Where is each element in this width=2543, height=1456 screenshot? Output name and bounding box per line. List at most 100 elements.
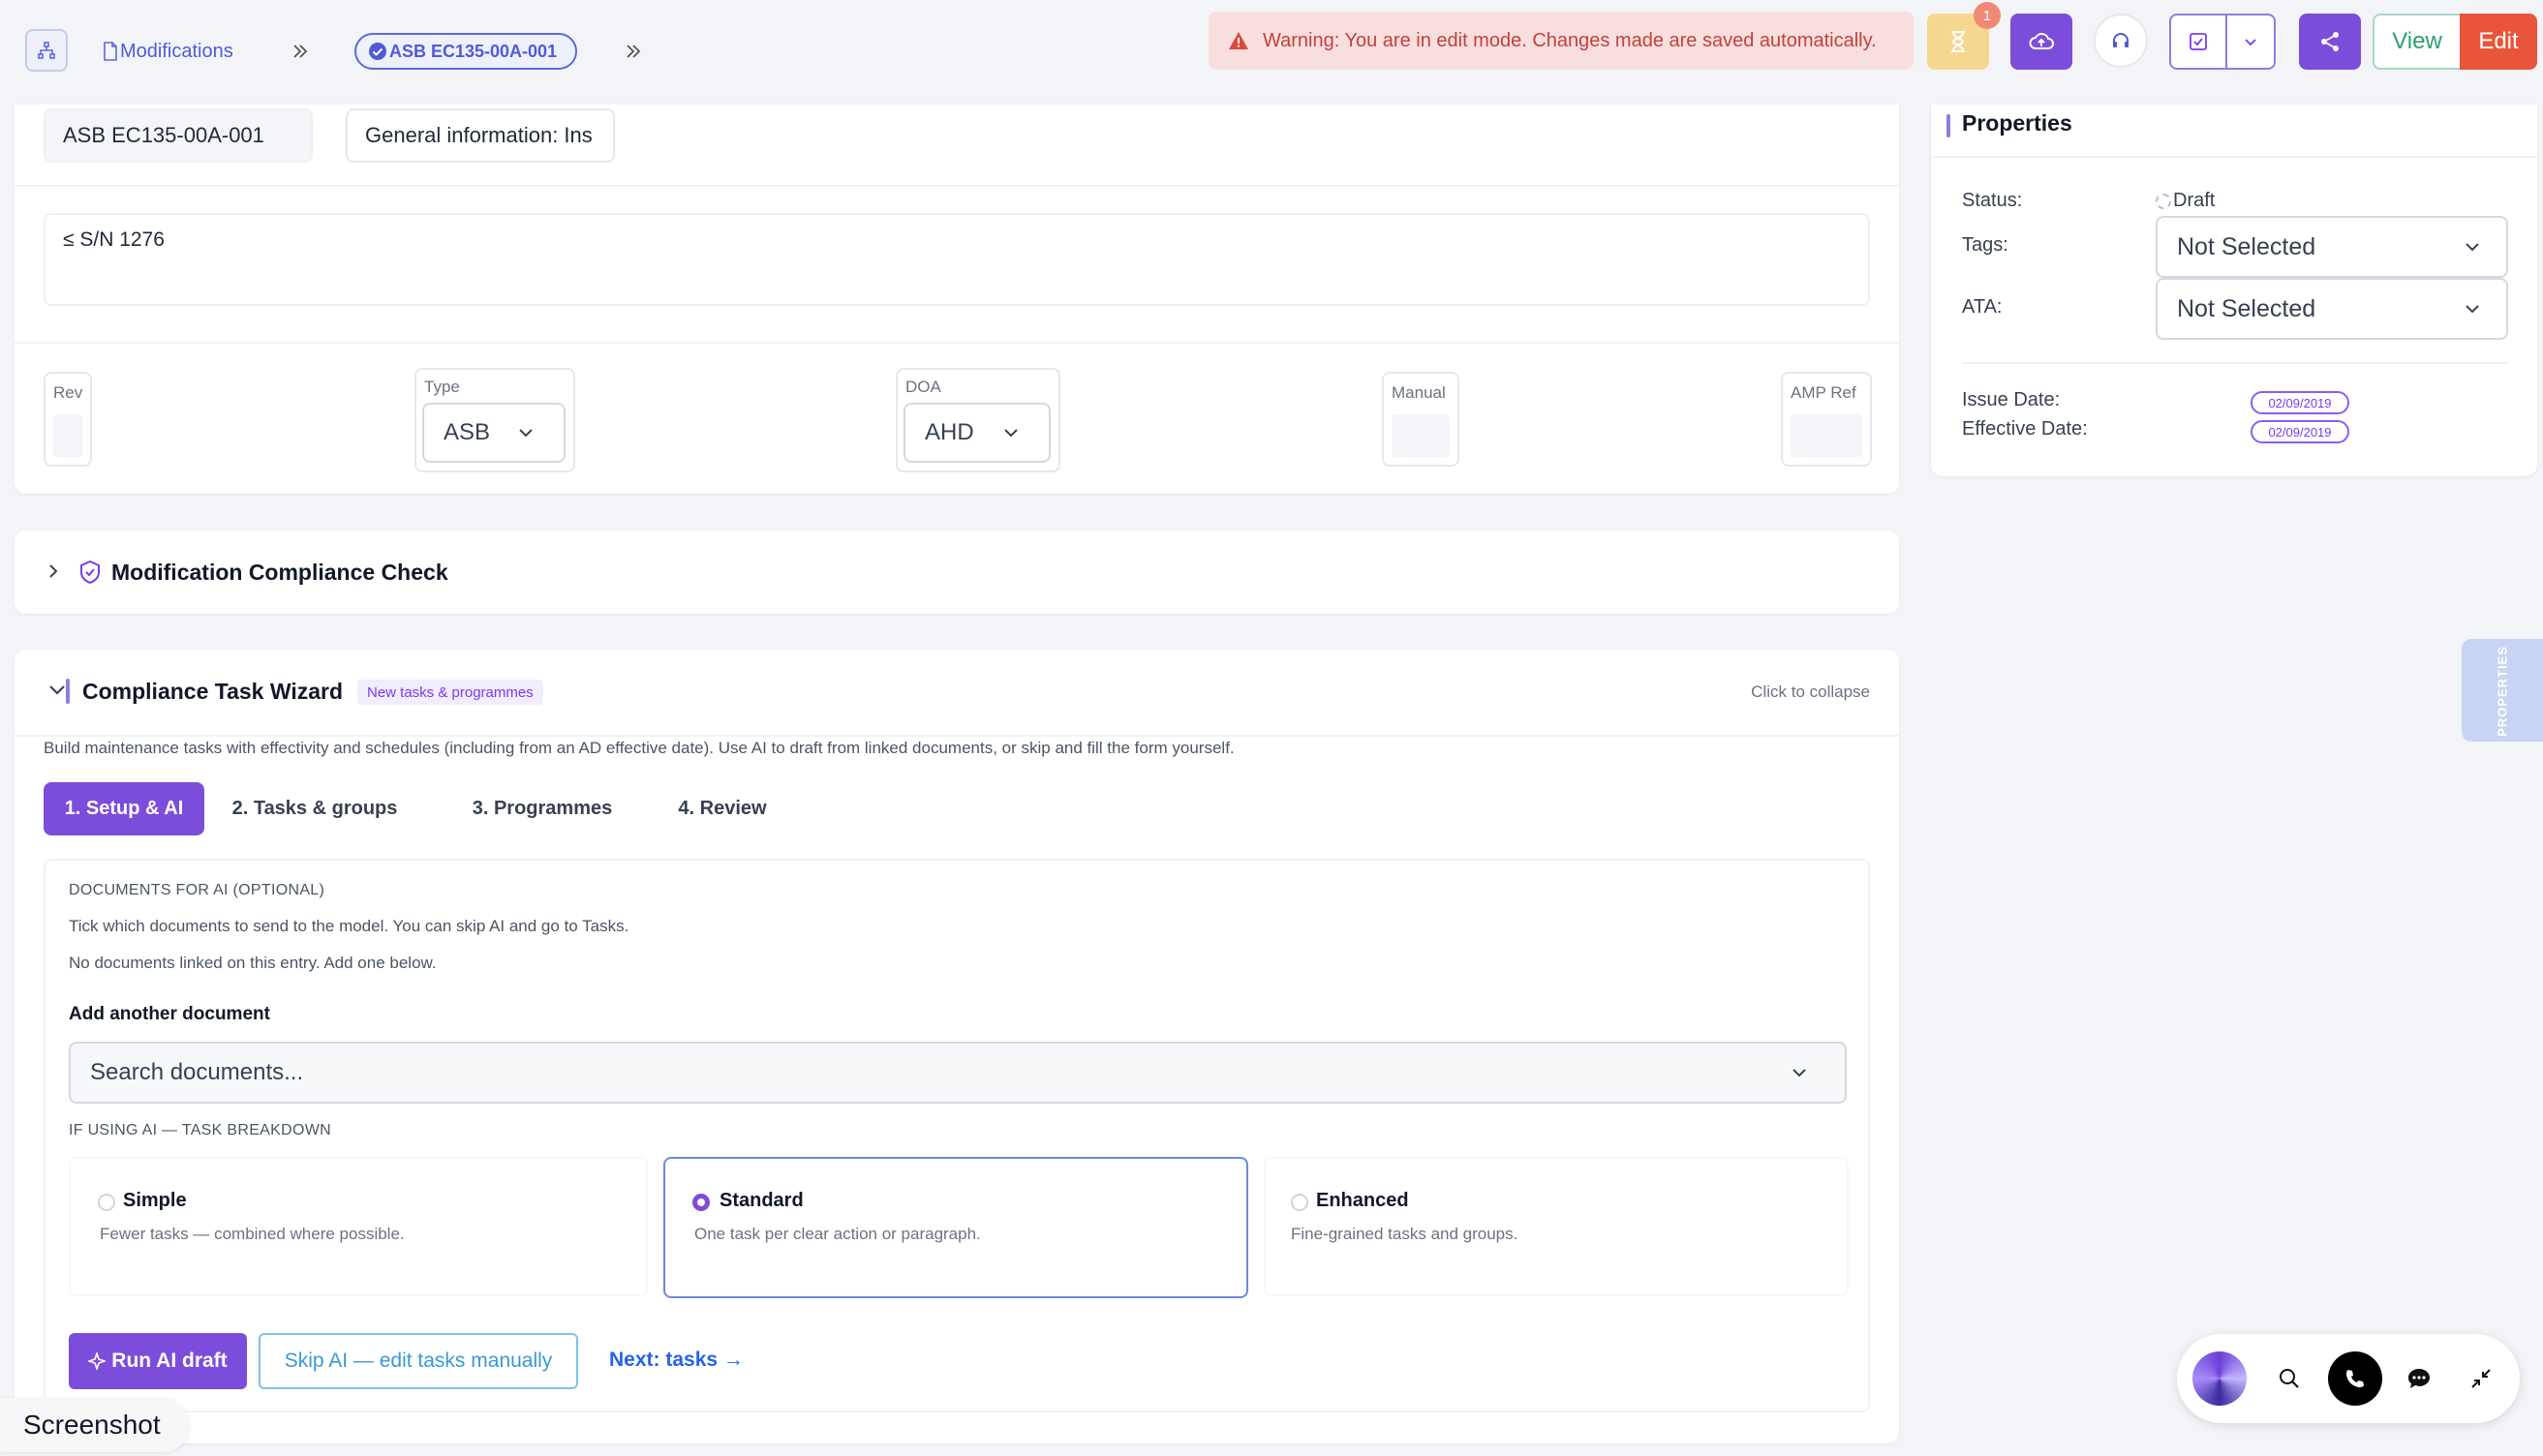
option-simple-card[interactable]: Simple Fewer tasks — combined where poss… — [69, 1157, 648, 1296]
documents-hint: Tick which documents to send to the mode… — [69, 917, 629, 935]
breakdown-heading: IF USING AI — TASK BREAKDOWN — [69, 1122, 331, 1138]
tasks-dropdown-button[interactable] — [2225, 14, 2276, 70]
manual-field[interactable]: Manual — [1382, 372, 1459, 467]
issue-date-chip[interactable]: 02/09/2019 — [2251, 391, 2349, 414]
option-enhanced-title: Enhanced — [1316, 1190, 1409, 1211]
collapse-hint[interactable]: Click to collapse — [1751, 682, 1870, 702]
applicability-field[interactable]: ≤ S/N 1276 — [44, 213, 1870, 306]
top-bar: Modifications ASB EC135-00A-001 Warning:… — [0, 0, 2543, 106]
doa-field: DOA AHD — [896, 368, 1060, 472]
run-ai-draft-button[interactable]: Run AI draft — [69, 1333, 247, 1389]
tab-review[interactable]: 4. Review — [669, 782, 776, 835]
assistant-avatar[interactable] — [2192, 1351, 2247, 1406]
minimize-button[interactable] — [2458, 1355, 2504, 1402]
rev-input[interactable] — [53, 414, 82, 457]
document-number-field[interactable]: ASB EC135-00A-001 — [44, 108, 313, 163]
support-button[interactable] — [2094, 14, 2148, 68]
option-simple-radio[interactable] — [98, 1194, 115, 1211]
chevron-down-icon[interactable] — [47, 681, 67, 700]
chevron-double-right-icon — [291, 42, 310, 61]
rev-field[interactable]: Rev — [44, 372, 92, 467]
document-icon — [103, 42, 118, 61]
search-documents-select[interactable]: Search documents... — [69, 1042, 1847, 1104]
option-simple-title: Simple — [123, 1190, 187, 1211]
applicability-value: ≤ S/N 1276 — [63, 228, 165, 251]
check-circle-icon — [368, 42, 387, 61]
ata-label: ATA: — [1962, 296, 2003, 318]
amp-ref-input[interactable] — [1791, 414, 1862, 457]
chevron-down-icon — [1791, 1064, 1808, 1081]
amp-ref-label: AMP Ref — [1791, 383, 1856, 402]
search-button[interactable] — [2266, 1355, 2313, 1402]
tasks-button[interactable] — [2169, 14, 2227, 70]
wizard-title: Compliance Task Wizard — [82, 679, 344, 704]
breadcrumb-modifications-link[interactable]: Modifications — [120, 41, 233, 63]
status-value: Draft — [2173, 190, 2216, 211]
edit-mode-button[interactable]: Edit — [2460, 14, 2537, 70]
effective-date-label: Effective Date: — [1962, 418, 2088, 440]
accent-bar — [66, 679, 70, 704]
option-standard-desc: One task per clear action or paragraph. — [694, 1225, 981, 1243]
properties-side-tab[interactable]: PROPERTIES — [2462, 639, 2543, 742]
add-document-label: Add another document — [69, 1004, 270, 1024]
warning-text: Warning: You are in edit mode. Changes m… — [1263, 29, 1877, 51]
option-standard-title: Standard — [720, 1190, 804, 1211]
document-header-card: ASB EC135-00A-001 General information: I… — [15, 105, 1899, 494]
properties-title: Properties — [1962, 110, 2072, 136]
share-icon — [2319, 31, 2341, 52]
option-enhanced-radio[interactable] — [1291, 1194, 1308, 1211]
org-chart-icon — [37, 41, 56, 60]
breadcrumb-record-label: ASB EC135-00A-001 — [389, 41, 558, 61]
manual-input[interactable] — [1392, 414, 1450, 457]
breadcrumb: Modifications — [103, 37, 233, 66]
hourglass-icon — [1949, 30, 1967, 53]
type-select[interactable]: ASB — [422, 403, 566, 463]
option-standard-radio[interactable] — [692, 1194, 710, 1211]
share-button[interactable] — [2299, 14, 2361, 70]
option-standard-card[interactable]: Standard One task per clear action or pa… — [663, 1157, 1248, 1298]
document-title-field[interactable]: General information: Ins — [346, 108, 615, 163]
chat-button[interactable] — [2396, 1355, 2442, 1402]
search-icon — [2279, 1368, 2300, 1389]
chevron-right-icon[interactable] — [46, 561, 61, 581]
org-chart-button[interactable] — [25, 29, 68, 72]
wizard-description: Build maintenance tasks with effectivity… — [44, 739, 1235, 757]
tags-select[interactable]: Not Selected — [2156, 216, 2508, 278]
option-enhanced-card[interactable]: Enhanced Fine-grained tasks and groups. — [1264, 1157, 1849, 1296]
next-tasks-link[interactable]: Next: tasks → — [609, 1349, 744, 1372]
breadcrumb-record-pill[interactable]: ASB EC135-00A-001 — [354, 33, 577, 70]
tab-programmes[interactable]: 3. Programmes — [460, 782, 625, 835]
doa-label: DOA — [905, 378, 941, 396]
sparkle-icon — [88, 1352, 107, 1370]
cloud-sync-button[interactable] — [2010, 14, 2072, 70]
doa-select[interactable]: AHD — [904, 403, 1051, 463]
amp-ref-field[interactable]: AMP Ref — [1781, 372, 1872, 467]
cloud-upload-icon — [2029, 32, 2054, 51]
divider — [15, 185, 1899, 187]
properties-side-tab-label: PROPERTIES — [2495, 646, 2510, 737]
type-field: Type ASB — [414, 368, 575, 472]
wizard-header[interactable]: Compliance Task Wizard New tasks & progr… — [15, 650, 1899, 735]
skip-ai-button[interactable]: Skip AI — edit tasks manually — [259, 1333, 578, 1389]
headset-icon — [2110, 30, 2131, 51]
ata-select[interactable]: Not Selected — [2156, 278, 2508, 340]
type-select-value: ASB — [444, 419, 491, 445]
tab-tasks-groups[interactable]: 2. Tasks & groups — [228, 782, 402, 835]
notification-count-badge: 1 — [1974, 2, 2001, 29]
run-ai-draft-label: Run AI draft — [111, 1350, 228, 1372]
document-number-value: ASB EC135-00A-001 — [63, 123, 264, 147]
view-mode-button[interactable]: View — [2373, 14, 2462, 70]
tab-setup-ai[interactable]: 1. Setup & AI — [44, 782, 204, 835]
divider — [1962, 362, 2508, 364]
chat-bubble-icon — [2406, 1367, 2432, 1390]
collapse-arrows-icon — [2470, 1368, 2492, 1389]
setup-panel: DOCUMENTS FOR AI (OPTIONAL) Tick which d… — [44, 859, 1870, 1412]
effective-date-chip[interactable]: 02/09/2019 — [2251, 420, 2349, 443]
option-enhanced-desc: Fine-grained tasks and groups. — [1291, 1225, 1518, 1243]
screenshot-label: Screenshot — [0, 1398, 190, 1452]
divider — [15, 342, 1899, 344]
compliance-check-card[interactable]: Modification Compliance Check — [15, 531, 1899, 614]
shield-check-icon — [78, 560, 102, 585]
screenshot-label-text: Screenshot — [23, 1410, 161, 1440]
call-button[interactable] — [2328, 1351, 2382, 1406]
